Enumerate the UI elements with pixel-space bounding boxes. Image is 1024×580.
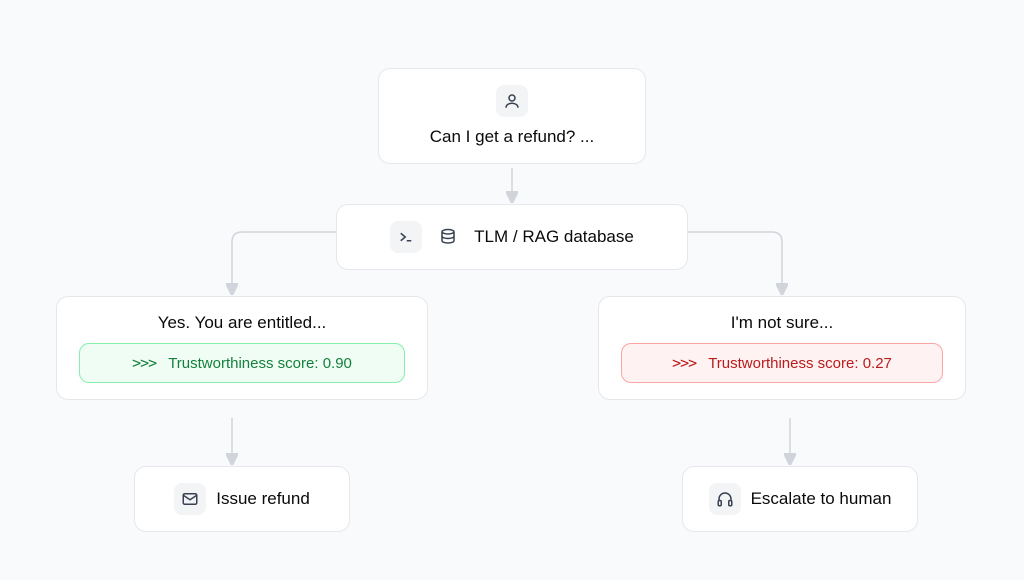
trust-score-value: 0.27	[863, 355, 892, 372]
response-low-confidence-node: I'm not sure... >>> Trustworthiness scor…	[598, 296, 966, 400]
tlm-rag-node: TLM / RAG database	[336, 204, 688, 270]
trust-score-high-badge: >>> Trustworthiness score: 0.90	[79, 343, 405, 383]
trust-score-value: 0.90	[323, 355, 352, 372]
escalate-human-label: Escalate to human	[751, 489, 892, 509]
response-left-title: Yes. You are entitled...	[158, 313, 327, 333]
user-icon	[496, 85, 528, 117]
issue-refund-node: Issue refund	[134, 466, 350, 532]
trust-score-label: Trustworthiness score:	[168, 355, 318, 372]
tlm-rag-label: TLM / RAG database	[474, 227, 634, 247]
trust-score-low-badge: >>> Trustworthiness score: 0.27	[621, 343, 943, 383]
chevron-prefix: >>>	[672, 354, 696, 372]
escalate-human-node: Escalate to human	[682, 466, 918, 532]
user-query-node: Can I get a refund? ...	[378, 68, 646, 164]
issue-refund-label: Issue refund	[216, 489, 310, 509]
chevron-prefix: >>>	[132, 354, 156, 372]
terminal-icon	[390, 221, 422, 253]
trust-score-label: Trustworthiness score:	[708, 355, 858, 372]
response-high-confidence-node: Yes. You are entitled... >>> Trustworthi…	[56, 296, 428, 400]
database-icon	[432, 221, 464, 253]
mail-icon	[174, 483, 206, 515]
response-right-title: I'm not sure...	[731, 313, 833, 333]
user-query-text: Can I get a refund? ...	[430, 127, 594, 147]
headphones-icon	[709, 483, 741, 515]
